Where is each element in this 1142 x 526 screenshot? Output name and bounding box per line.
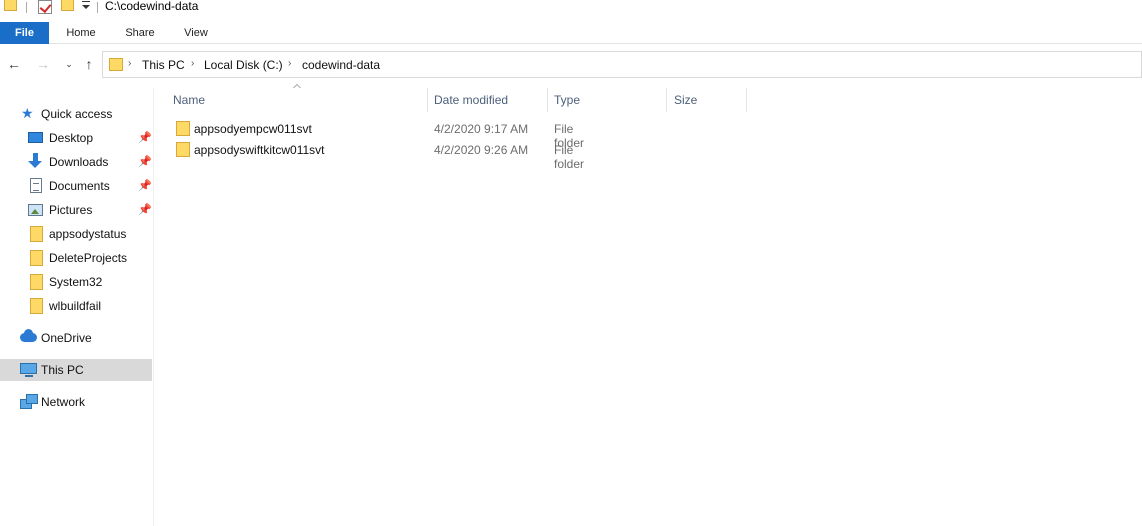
column-divider[interactable] — [746, 88, 747, 112]
column-divider[interactable] — [547, 88, 548, 112]
table-row[interactable]: appsodyempcw011svt 4/2/2020 9:17 AM File… — [170, 119, 584, 150]
folder-icon — [176, 142, 190, 157]
sidebar-item-label: wlbuildfail — [49, 299, 102, 313]
file-list: Name Date modified Type Size appsodyempc… — [155, 80, 1142, 526]
chevron-down-icon[interactable]: ⌄ — [61, 56, 77, 72]
sidebar-item-downloads[interactable]: Downloads 📌 — [0, 151, 152, 173]
sidebar-item-label: Documents — [49, 179, 110, 193]
chevron-right-icon[interactable]: › — [191, 58, 194, 69]
file-name: appsodyempcw011svt — [194, 122, 312, 136]
address-row: ← → ⌄ ↑ › This PC › Local Disk (C:) › co… — [0, 50, 1142, 80]
downloads-icon — [28, 153, 43, 169]
pin-icon[interactable]: 📌 — [138, 175, 152, 197]
customize-dropdown-icon[interactable] — [81, 0, 91, 12]
computer-icon — [20, 363, 37, 377]
pin-icon[interactable]: 📌 — [138, 151, 152, 173]
back-icon[interactable]: ← — [6, 56, 22, 72]
forward-icon[interactable]: → — [35, 56, 51, 72]
folder-icon — [30, 226, 43, 242]
folder-icon — [30, 274, 43, 290]
file-name: appsodyswiftkitcw011svt — [194, 143, 325, 157]
new-folder-icon[interactable] — [61, 0, 74, 11]
ribbon-tabs: File Home Share View — [0, 22, 1142, 44]
sidebar-item-this-pc[interactable]: This PC — [0, 359, 152, 381]
sidebar-item-network[interactable]: Network — [0, 391, 152, 413]
documents-icon — [30, 178, 42, 193]
folder-icon — [30, 298, 43, 314]
sidebar-item-label: System32 — [49, 275, 103, 289]
sidebar-item-documents[interactable]: Documents 📌 — [0, 175, 152, 197]
sidebar-item-quick-access[interactable]: ★ Quick access — [0, 103, 152, 125]
up-arrow-icon[interactable]: ↑ — [81, 56, 97, 72]
sidebar-item-label: Desktop — [49, 131, 94, 145]
file-date-modified: 4/2/2020 9:17 AM — [434, 122, 529, 136]
sidebar-item-wlbuildfail[interactable]: wlbuildfail — [0, 295, 152, 317]
sidebar-item-label: This PC — [41, 363, 84, 377]
chevron-right-icon[interactable]: › — [288, 58, 291, 69]
folder-icon — [4, 0, 17, 11]
file-type: File folder — [554, 143, 585, 171]
sidebar-item-desktop[interactable]: Desktop 📌 — [0, 127, 152, 149]
column-divider[interactable] — [427, 88, 428, 112]
sidebar-item-deleteprojects[interactable]: DeleteProjects — [0, 247, 152, 269]
table-row[interactable]: appsodyswiftkitcw011svt 4/2/2020 9:26 AM… — [170, 140, 584, 171]
toolbar-separator — [97, 2, 98, 13]
cloud-icon — [20, 329, 37, 342]
toolbar-separator — [26, 2, 27, 13]
tab-share[interactable]: Share — [115, 22, 165, 44]
network-icon — [20, 394, 38, 409]
sidebar-item-label: DeleteProjects — [49, 251, 128, 265]
sort-ascending-icon — [293, 84, 301, 90]
breadcrumb-local-disk[interactable]: Local Disk (C:) — [204, 58, 283, 72]
sidebar-item-appsodystatus[interactable]: appsodystatus — [0, 223, 152, 245]
column-header-name[interactable]: Name — [173, 92, 205, 112]
navigation-pane: ★ Quick access Desktop 📌 Downloads 📌 Doc… — [0, 88, 154, 526]
sidebar-item-system32[interactable]: System32 — [0, 271, 152, 293]
breadcrumb-codewind-data[interactable]: codewind-data — [302, 58, 380, 72]
properties-check-icon[interactable] — [38, 0, 52, 14]
file-date-modified: 4/2/2020 9:26 AM — [434, 143, 529, 157]
column-header-date-modified[interactable]: Date modified — [434, 92, 508, 112]
folder-icon — [176, 121, 190, 136]
pin-icon[interactable]: 📌 — [138, 127, 152, 149]
column-header-type[interactable]: Type — [554, 92, 580, 112]
folder-icon — [30, 250, 43, 266]
pin-icon[interactable]: 📌 — [138, 199, 152, 221]
sidebar-item-label: Quick access — [41, 107, 113, 121]
title-bar: C:\codewind-data — [0, 0, 1142, 18]
column-header-size[interactable]: Size — [674, 92, 697, 112]
sidebar-item-label: appsodystatus — [49, 227, 127, 241]
chevron-right-icon[interactable]: › — [128, 58, 131, 69]
sidebar-item-onedrive[interactable]: OneDrive — [0, 327, 152, 349]
desktop-icon — [28, 132, 43, 143]
pictures-icon — [28, 204, 43, 216]
sidebar-item-label: Network — [41, 395, 86, 409]
sidebar-item-label: OneDrive — [41, 331, 92, 345]
star-icon: ★ — [21, 105, 34, 121]
tab-home[interactable]: Home — [56, 22, 106, 44]
folder-icon — [109, 58, 123, 71]
address-bar[interactable]: › This PC › Local Disk (C:) › codewind-d… — [102, 51, 1142, 78]
breadcrumb-this-pc[interactable]: This PC — [142, 58, 185, 72]
sidebar-item-label: Pictures — [49, 203, 93, 217]
sidebar-item-pictures[interactable]: Pictures 📌 — [0, 199, 152, 221]
column-divider[interactable] — [666, 88, 667, 112]
sidebar-item-label: Downloads — [49, 155, 109, 169]
tab-file[interactable]: File — [0, 22, 49, 44]
tab-view[interactable]: View — [173, 22, 219, 44]
window-title: C:\codewind-data — [105, 0, 199, 13]
